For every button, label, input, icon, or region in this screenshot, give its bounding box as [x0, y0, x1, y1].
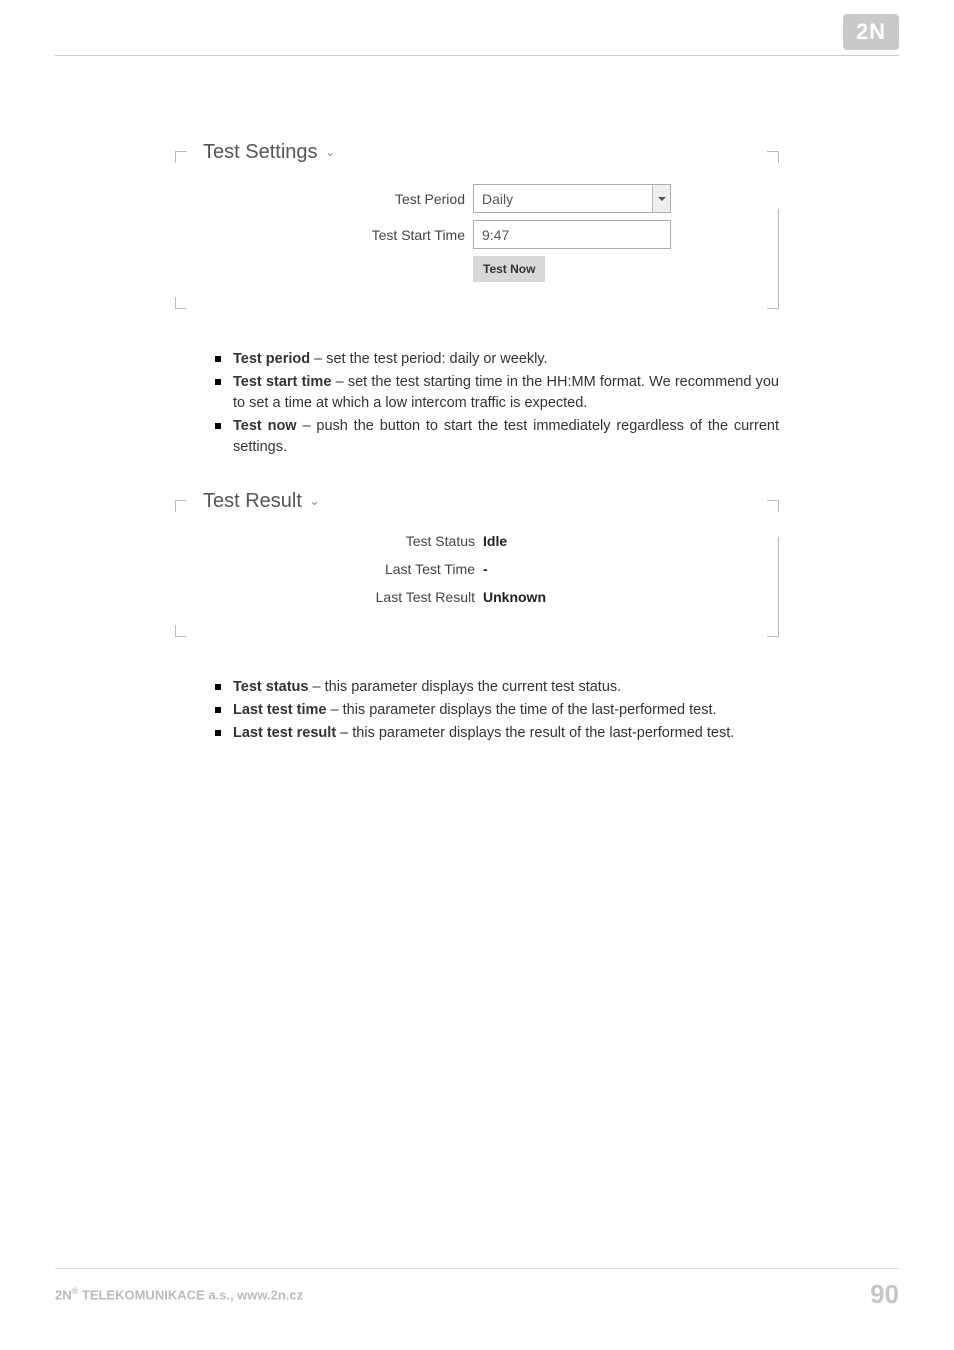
- last-test-result-value: Unknown: [483, 589, 546, 605]
- corner-decor: [175, 151, 187, 163]
- corner-decor: [175, 297, 187, 309]
- chevron-down-icon: ⌄: [310, 494, 320, 508]
- test-start-time-label: Test Start Time: [193, 227, 473, 243]
- test-status-value: Idle: [483, 533, 507, 549]
- content-area: Test Settings ⌄ Test Period Daily: [55, 56, 899, 776]
- select-value: Daily: [474, 191, 652, 207]
- test-start-time-input[interactable]: 9:47: [473, 220, 671, 249]
- caret-down-icon: [658, 197, 666, 201]
- legend-text: Test Result: [203, 490, 302, 512]
- test-settings-legend[interactable]: Test Settings ⌄: [175, 141, 343, 184]
- test-start-time-row: Test Start Time 9:47: [193, 220, 761, 249]
- list-item: Last test result – this parameter displa…: [215, 723, 779, 744]
- last-test-time-value: -: [483, 561, 488, 577]
- last-test-time-label: Last Test Time: [193, 561, 483, 577]
- legend-text: Test Settings: [203, 141, 318, 163]
- dropdown-button[interactable]: [652, 185, 670, 212]
- test-result-fieldset: Test Result ⌄ Test Status Idle Last Test…: [175, 490, 779, 637]
- page-container: 2N Test Settings ⌄ Test Period Daily: [0, 0, 954, 1350]
- test-period-label: Test Period: [193, 191, 473, 207]
- page-footer: 2N® TELEKOMUNIKACE a.s., www.2n.cz 90: [55, 1268, 899, 1310]
- brand-logo: 2N: [843, 14, 899, 50]
- list-item: Test start time – set the test starting …: [215, 372, 779, 414]
- page-number: 90: [870, 1279, 899, 1310]
- last-test-result-label: Last Test Result: [193, 589, 483, 605]
- footer-company: 2N® TELEKOMUNIKACE a.s., www.2n.cz: [55, 1286, 303, 1302]
- list-item: Last test time – this parameter displays…: [215, 700, 779, 721]
- result-description-list: Test status – this parameter displays th…: [175, 677, 779, 776]
- test-period-select[interactable]: Daily: [473, 184, 671, 213]
- test-now-row: Test Now: [193, 256, 761, 282]
- last-test-result-row: Last Test Result Unknown: [193, 589, 761, 605]
- list-item: Test status – this parameter displays th…: [215, 677, 779, 698]
- chevron-down-icon: ⌄: [325, 145, 335, 159]
- test-status-label: Test Status: [193, 533, 483, 549]
- corner-decor: [767, 151, 779, 163]
- list-item: Test period – set the test period: daily…: [215, 349, 779, 370]
- corner-decor: [175, 500, 187, 512]
- corner-decor: [767, 500, 779, 512]
- test-now-button[interactable]: Test Now: [473, 256, 545, 282]
- corner-decor: [175, 625, 187, 637]
- list-item: Test now – push the button to start the …: [215, 416, 779, 458]
- corner-decor: [767, 537, 779, 637]
- settings-description-list: Test period – set the test period: daily…: [175, 349, 779, 490]
- corner-decor: [767, 209, 779, 309]
- test-result-legend[interactable]: Test Result ⌄: [175, 490, 328, 533]
- test-period-row: Test Period Daily: [193, 184, 761, 213]
- input-value: 9:47: [482, 227, 509, 243]
- test-settings-fieldset: Test Settings ⌄ Test Period Daily: [175, 141, 779, 309]
- last-test-time-row: Last Test Time -: [193, 561, 761, 577]
- test-status-row: Test Status Idle: [193, 533, 761, 549]
- brand-logo-text: 2N: [856, 19, 886, 45]
